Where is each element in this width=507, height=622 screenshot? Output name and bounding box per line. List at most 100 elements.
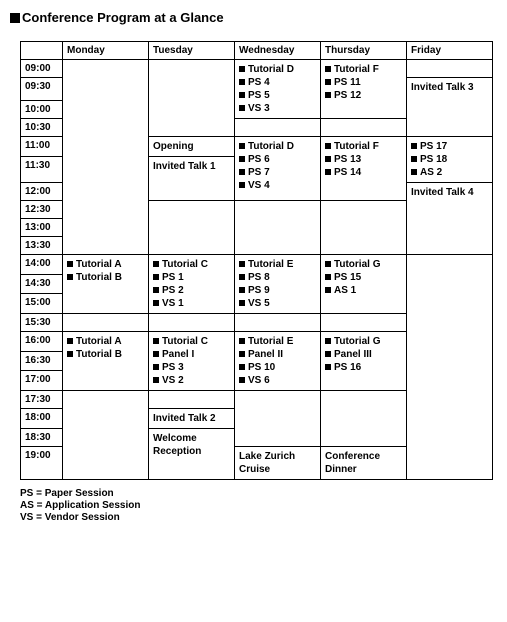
header-row: Monday Tuesday Wednesday Thursday Friday [21, 42, 493, 60]
fri-0900 [407, 60, 493, 78]
mon-1400: Tutorial ATutorial B [63, 255, 149, 314]
session-item: PS 8 [239, 271, 316, 284]
session-item: PS 3 [153, 361, 230, 374]
bullet-icon [325, 351, 331, 357]
time-1230: 12:30 [21, 201, 63, 219]
legend-ps: PS = Paper Session [20, 488, 507, 500]
bullet-icon [239, 351, 245, 357]
time-1400: 14:00 [21, 255, 63, 275]
wed-1530 [235, 314, 321, 332]
session-item: Panel II [239, 348, 316, 361]
time-0930: 09:30 [21, 78, 63, 101]
bullet-icon [239, 66, 245, 72]
invited-talk-3: Invited Talk 3 [411, 81, 488, 94]
invited-talk-4: Invited Talk 4 [411, 186, 488, 199]
tue-0900 [149, 60, 235, 137]
session-item: PS 10 [239, 361, 316, 374]
time-1500: 15:00 [21, 294, 63, 314]
session-item: VS 4 [239, 179, 316, 192]
schedule-table: Monday Tuesday Wednesday Thursday Friday… [20, 41, 493, 480]
opening: Opening [153, 140, 230, 153]
session-item: Tutorial A [67, 335, 144, 348]
header-wednesday: Wednesday [235, 42, 321, 60]
session-item: PS 16 [325, 361, 402, 374]
bullet-icon [67, 351, 73, 357]
time-1100: 11:00 [21, 137, 63, 157]
mon-1600: Tutorial ATutorial B [63, 332, 149, 391]
time-1000: 10:00 [21, 101, 63, 119]
lake-zurich-cruise: Lake Zurich Cruise [239, 450, 316, 476]
time-1030: 10:30 [21, 119, 63, 137]
fri-1200: Invited Talk 4 [407, 183, 493, 255]
time-1300: 13:00 [21, 219, 63, 237]
wed-0900: Tutorial DPS 4PS 5VS 3 [235, 60, 321, 119]
session-item: PS 18 [411, 153, 488, 166]
tue-1230 [149, 201, 235, 255]
bullet-icon [153, 300, 159, 306]
time-1630: 16:30 [21, 351, 63, 371]
session-item: PS 11 [325, 76, 402, 89]
bullet-icon [325, 156, 331, 162]
session-item: Tutorial G [325, 258, 402, 271]
wed-1400: Tutorial EPS 8PS 9VS 5 [235, 255, 321, 314]
time-1430: 14:30 [21, 274, 63, 294]
bullet-icon [239, 338, 245, 344]
bullet-icon [325, 261, 331, 267]
bullet-icon [153, 287, 159, 293]
session-item: Tutorial A [67, 258, 144, 271]
session-item: Tutorial G [325, 335, 402, 348]
session-item: PS 15 [325, 271, 402, 284]
time-0900: 09:00 [21, 60, 63, 78]
wed-1730 [235, 391, 321, 447]
wed-1230 [235, 201, 321, 255]
bullet-icon [239, 169, 245, 175]
bullet-icon [325, 364, 331, 370]
session-item: Tutorial E [239, 335, 316, 348]
session-item: Tutorial D [239, 140, 316, 153]
bullet-icon [239, 300, 245, 306]
session-item: Tutorial C [153, 258, 230, 271]
session-item: AS 1 [325, 284, 402, 297]
title-bullet-icon [10, 13, 20, 23]
bullet-icon [239, 156, 245, 162]
session-item: Tutorial F [325, 63, 402, 76]
tue-1130: Invited Talk 1 [149, 157, 235, 201]
time-1130: 11:30 [21, 157, 63, 183]
tue-1830: Welcome Reception [149, 429, 235, 480]
session-item: Tutorial C [153, 335, 230, 348]
bullet-icon [325, 143, 331, 149]
invited-talk-1: Invited Talk 1 [153, 160, 230, 173]
legend-vs: VS = Vendor Session [20, 512, 507, 524]
session-item: Tutorial D [239, 63, 316, 76]
bullet-icon [153, 377, 159, 383]
session-item: PS 12 [325, 89, 402, 102]
bullet-icon [411, 156, 417, 162]
bullet-icon [239, 143, 245, 149]
time-1730: 17:30 [21, 391, 63, 409]
legend-as: AS = Application Session [20, 500, 507, 512]
session-item: Tutorial B [67, 271, 144, 284]
session-item: AS 2 [411, 166, 488, 179]
session-item: PS 4 [239, 76, 316, 89]
time-1330: 13:30 [21, 237, 63, 255]
invited-talk-2: Invited Talk 2 [153, 412, 230, 425]
session-item: VS 2 [153, 374, 230, 387]
tue-1530 [149, 314, 235, 332]
bullet-icon [325, 92, 331, 98]
bullet-icon [239, 261, 245, 267]
bullet-icon [325, 66, 331, 72]
wed-1100: Tutorial DPS 6PS 7VS 4 [235, 137, 321, 201]
tue-1800: Invited Talk 2 [149, 409, 235, 429]
bullet-icon [67, 261, 73, 267]
bullet-icon [411, 143, 417, 149]
tue-1100: Opening [149, 137, 235, 157]
session-item: PS 13 [325, 153, 402, 166]
bullet-icon [239, 79, 245, 85]
bullet-icon [153, 364, 159, 370]
thu-1100: Tutorial FPS 13PS 14 [321, 137, 407, 201]
thu-1400: Tutorial GPS 15AS 1 [321, 255, 407, 314]
thu-1730 [321, 391, 407, 447]
bullet-icon [325, 274, 331, 280]
session-item: PS 2 [153, 284, 230, 297]
title-text: Conference Program at a Glance [22, 10, 224, 25]
